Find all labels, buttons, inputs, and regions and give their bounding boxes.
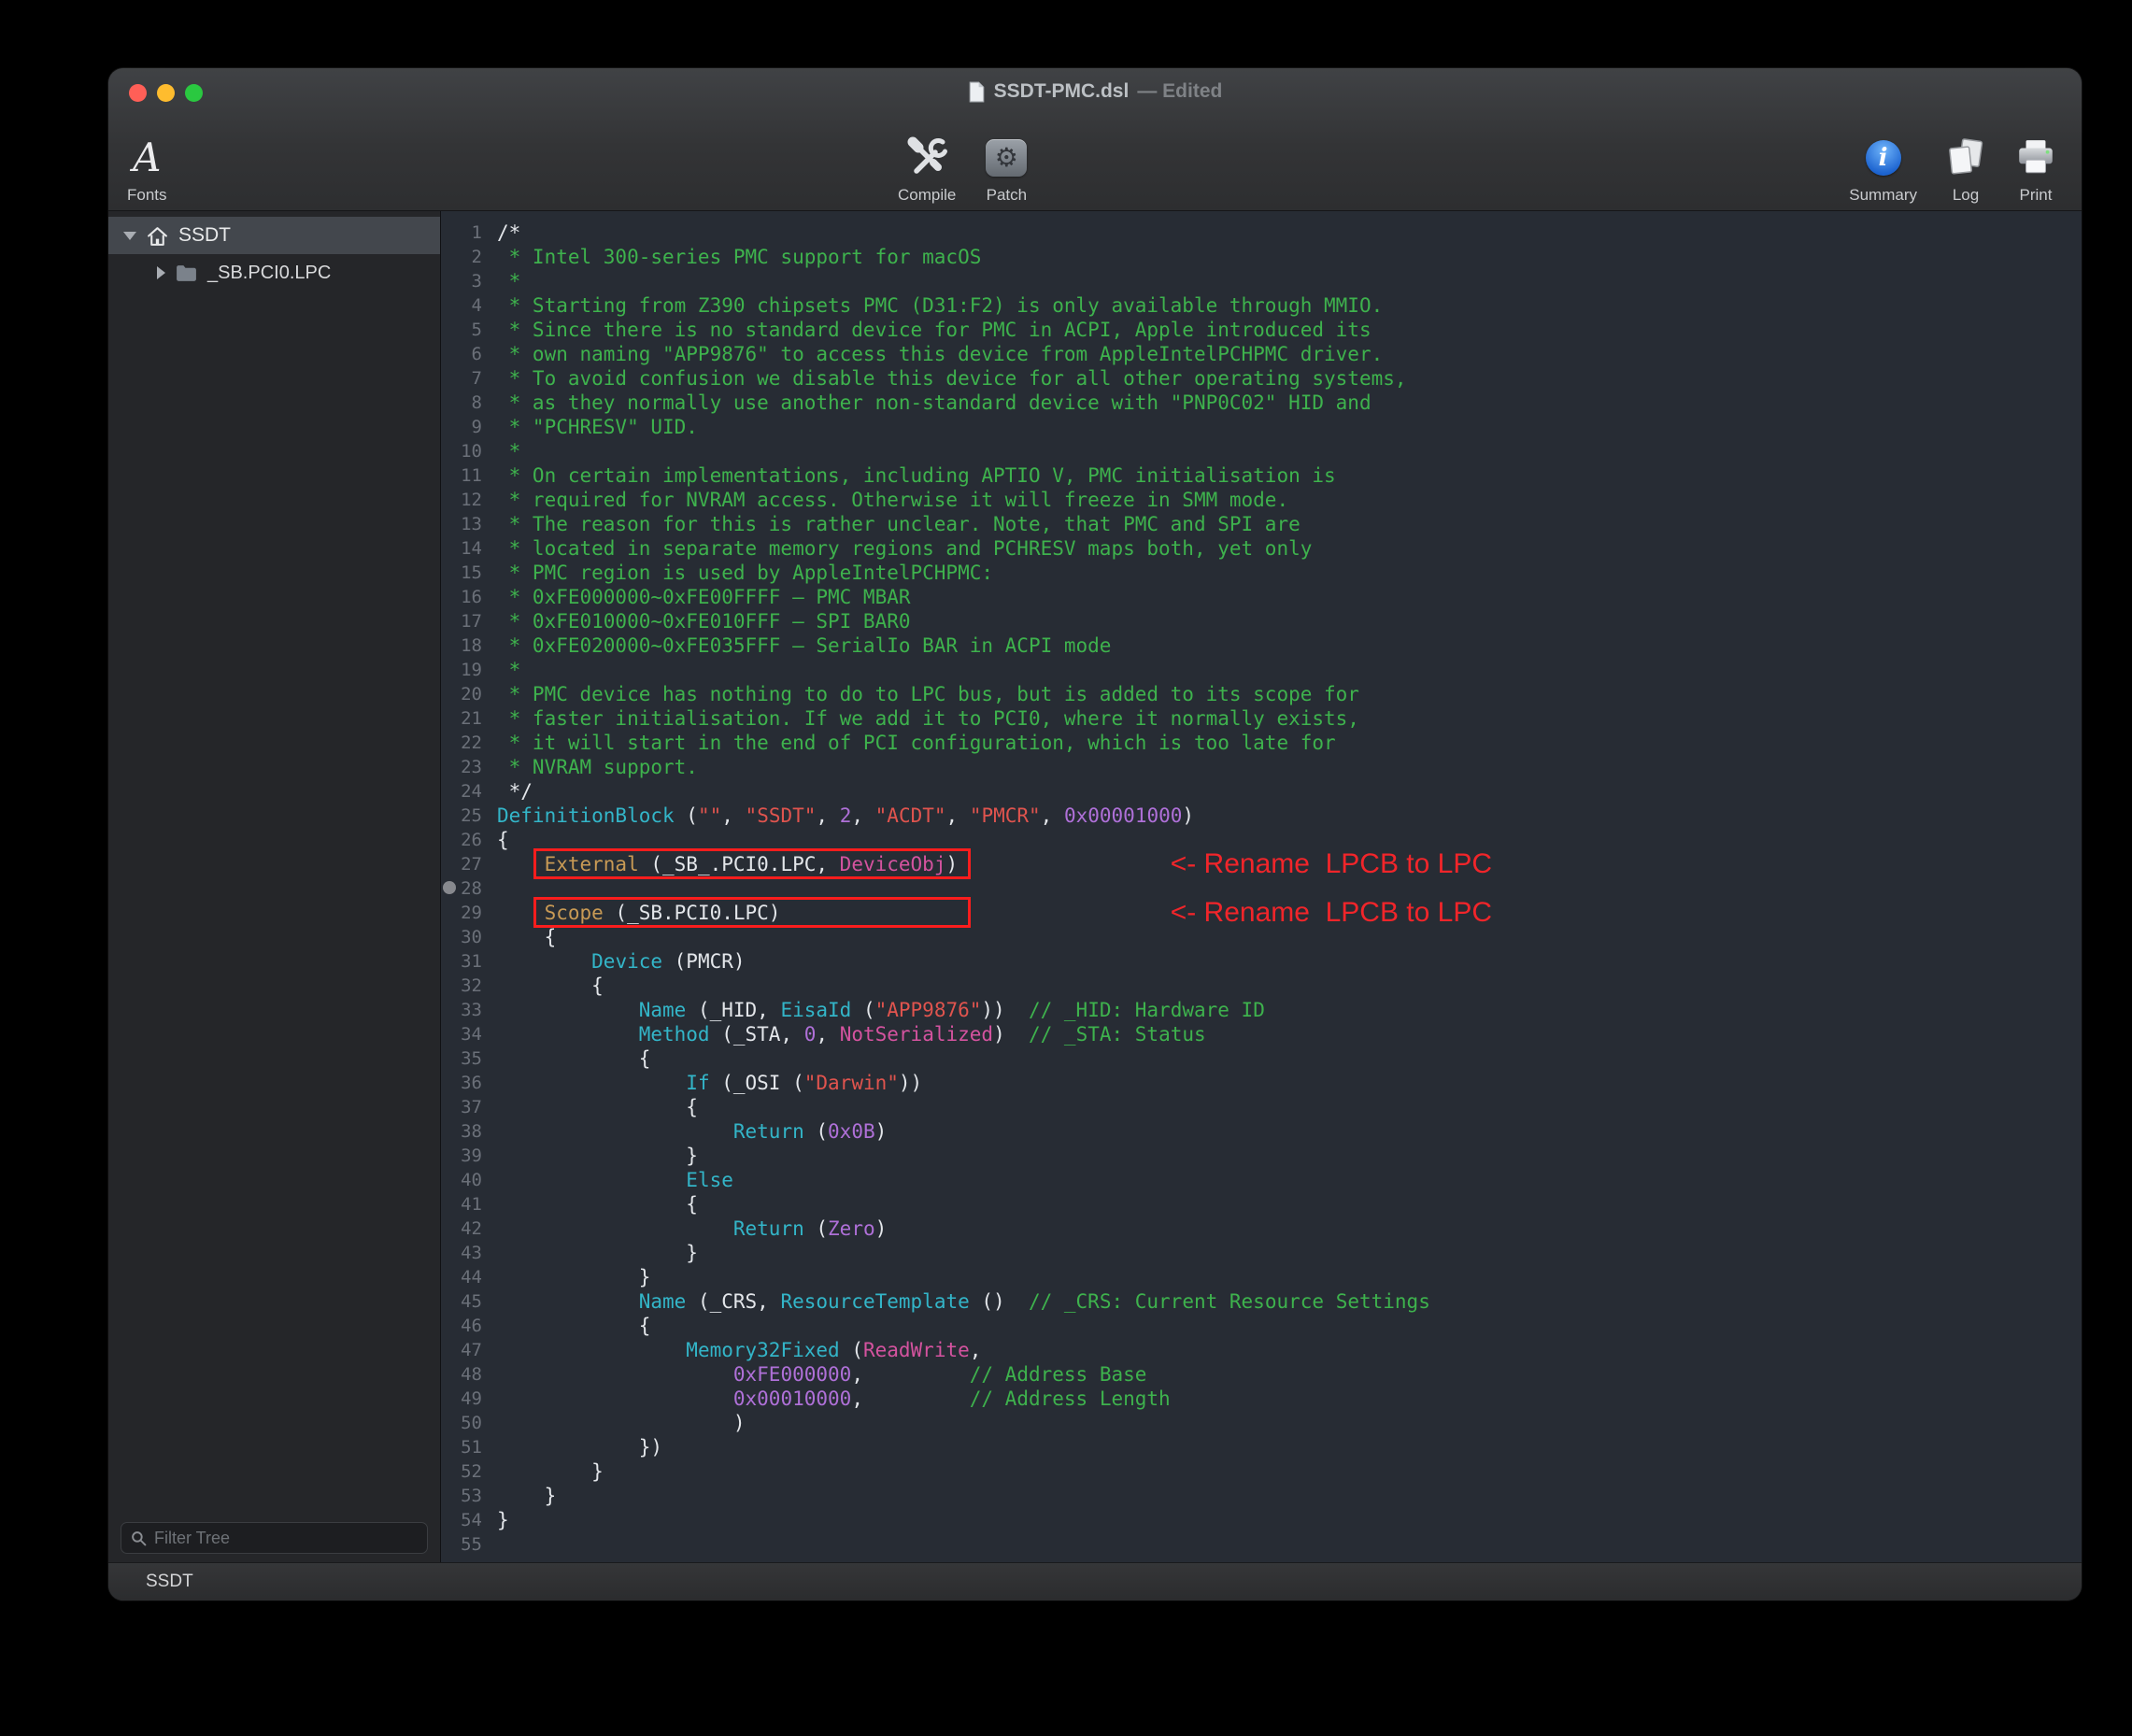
rename-annotation-box-scope: [533, 897, 972, 928]
toolbar: A Fonts: [108, 117, 2082, 210]
sidebar-item-label: SSDT: [178, 224, 231, 247]
sidebar-tree: SSDT _SB.PCI0.LPC: [108, 211, 441, 1562]
window-title: SSDT-PMC.dsl: [994, 80, 1130, 103]
document-icon: [968, 81, 986, 103]
log-button[interactable]: Log: [1945, 117, 1986, 205]
filter-tree-input[interactable]: [154, 1529, 418, 1548]
window-title-edited: — Edited: [1137, 80, 1222, 103]
patch-button[interactable]: ⚙ Patch: [986, 117, 1027, 205]
maciasl-window: SSDT-PMC.dsl — Edited A Fonts: [108, 68, 2082, 1601]
print-label: Print: [2020, 186, 2053, 205]
folder-icon: [175, 263, 198, 283]
disclosure-closed-icon[interactable]: [157, 266, 165, 279]
fonts-button[interactable]: A Fonts: [127, 117, 167, 205]
sidebar-item-label: _SB.PCI0.LPC: [207, 263, 331, 284]
log-pages-icon: [1945, 138, 1986, 178]
window-header: SSDT-PMC.dsl — Edited A Fonts: [108, 68, 2082, 211]
window-body: SSDT _SB.PCI0.LPC 1234567891011121314151…: [108, 211, 2082, 1562]
code-pane[interactable]: /* * Intel 300-series PMC support for ma…: [490, 221, 2082, 1557]
window-title-area: SSDT-PMC.dsl — Edited: [108, 80, 2082, 103]
patch-icon: ⚙: [986, 139, 1027, 177]
rename-annotation-box-external: [533, 848, 972, 879]
compile-label: Compile: [898, 186, 956, 205]
compile-button[interactable]: Compile: [898, 117, 956, 205]
filter-tree-field[interactable]: [121, 1522, 428, 1554]
status-path: SSDT: [146, 1572, 193, 1592]
print-icon: [2014, 138, 2057, 178]
rename-annotation-note-1: <- Rename LPCB to LPC: [1171, 848, 1492, 879]
rename-annotation-note-2: <- Rename LPCB to LPC: [1171, 897, 1492, 928]
info-icon: i: [1866, 140, 1901, 176]
sidebar-item-ssdt[interactable]: SSDT: [108, 217, 440, 254]
fonts-label: Fonts: [127, 186, 167, 205]
summary-label: Summary: [1849, 186, 1917, 205]
gear-icon: ⚙: [995, 145, 1018, 171]
titlebar: SSDT-PMC.dsl — Edited: [108, 68, 2082, 117]
compile-icon: [904, 136, 949, 179]
sidebar-item-sb-pci0-lpc[interactable]: _SB.PCI0.LPC: [108, 254, 440, 292]
code-editor[interactable]: 1234567891011121314151617181920212223242…: [441, 211, 2082, 1562]
line-marker-dot: [443, 881, 456, 894]
home-icon: [146, 225, 169, 247]
fonts-icon: A: [133, 138, 161, 178]
code-area[interactable]: /* * Intel 300-series PMC support for ma…: [497, 221, 2082, 1557]
disclosure-open-icon[interactable]: [123, 232, 136, 240]
print-button[interactable]: Print: [2014, 117, 2057, 205]
patch-label: Patch: [987, 186, 1027, 205]
summary-button[interactable]: i Summary: [1849, 117, 1917, 205]
search-icon: [131, 1530, 147, 1546]
status-bar: SSDT: [108, 1562, 2082, 1601]
log-label: Log: [1953, 186, 1979, 205]
